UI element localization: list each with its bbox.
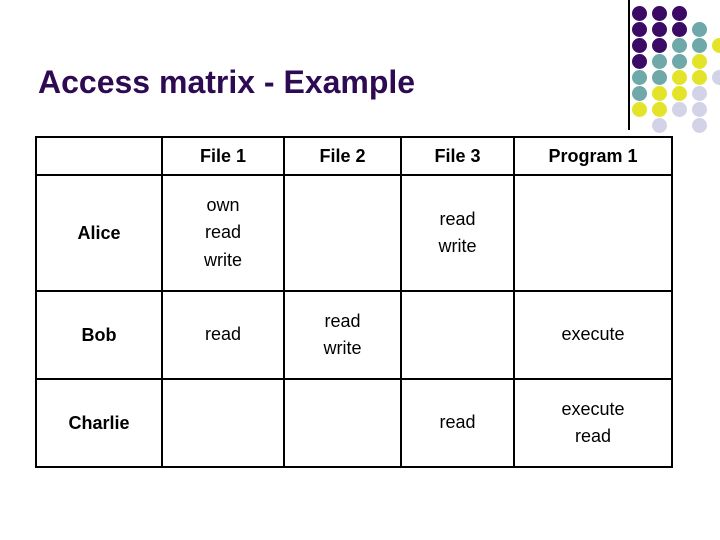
matrix-cell: read write	[400, 174, 515, 292]
matrix-cell: own read write	[161, 174, 285, 292]
permission-label: read	[439, 412, 476, 433]
permission-label: execute	[561, 398, 625, 419]
header-vertical-rule	[628, 0, 630, 130]
decorative-dot	[632, 102, 647, 117]
decorative-dot	[672, 102, 687, 117]
row-header-alice: Alice	[35, 174, 163, 292]
decorative-dot	[652, 86, 667, 101]
decorative-dot	[692, 54, 707, 69]
permission-label: execute	[561, 324, 625, 345]
access-matrix-table: File 1 File 2 File 3 Program 1 Alice own r…	[35, 136, 673, 468]
column-header-subject	[35, 136, 163, 176]
matrix-cell: execute	[513, 290, 673, 380]
decorative-dot	[632, 70, 647, 85]
decorative-dot	[652, 54, 667, 69]
table-row: Charlie read execute read	[35, 378, 673, 468]
permission-label: own	[206, 194, 240, 215]
decorative-dot	[652, 70, 667, 85]
table-row: Bob read read write execute	[35, 290, 673, 380]
permission-label: write	[323, 338, 362, 358]
decorative-dot	[712, 70, 720, 85]
matrix-cell: read	[400, 378, 515, 468]
permission-label: read	[204, 324, 242, 345]
row-header-charlie: Charlie	[35, 378, 163, 468]
page-title: Access matrix - Example	[38, 64, 416, 100]
decorative-dot	[632, 6, 647, 21]
decorative-dot	[632, 22, 647, 37]
dot-grid-motif	[632, 6, 720, 133]
decorative-dot	[632, 38, 647, 53]
matrix-cell: read	[161, 290, 285, 380]
column-header-file-2: File 2	[283, 136, 402, 176]
decorative-dot	[652, 22, 667, 37]
permission-label: read	[204, 222, 242, 243]
matrix-cell: read write	[283, 290, 402, 380]
column-header-file-1: File 1	[161, 136, 285, 176]
decorative-dot	[672, 22, 687, 37]
decorative-dot	[692, 118, 707, 133]
decorative-dot	[672, 70, 687, 85]
table-header-row: File 1 File 2 File 3 Program 1	[35, 136, 673, 176]
decorative-dot	[672, 54, 687, 69]
decorative-dot	[712, 38, 720, 53]
decorative-dot	[632, 54, 647, 69]
matrix-cell	[283, 174, 402, 292]
permission-label: write	[438, 236, 477, 256]
decorative-dot	[692, 86, 707, 101]
matrix-cell	[161, 378, 285, 468]
decorative-dot	[672, 6, 687, 21]
decorative-dot	[692, 22, 707, 37]
permission-label: write	[203, 249, 242, 270]
table-row: Alice own read write read write	[35, 174, 673, 292]
decorative-dot	[652, 6, 667, 21]
decorative-dot	[692, 38, 707, 53]
matrix-cell	[400, 290, 515, 380]
decorative-dot	[692, 102, 707, 117]
decorative-dot	[692, 70, 707, 85]
permission-label: read	[439, 208, 476, 229]
decorative-dot	[652, 38, 667, 53]
matrix-cell	[283, 378, 402, 468]
decorative-dot	[672, 86, 687, 101]
permission-label: read	[324, 310, 361, 331]
decorative-dot	[652, 102, 667, 117]
column-header-file-3: File 3	[400, 136, 515, 176]
row-header-bob: Bob	[35, 290, 163, 380]
decorative-dot	[672, 38, 687, 53]
decorative-dot	[652, 118, 667, 133]
matrix-cell	[513, 174, 673, 292]
permission-label: read	[574, 426, 612, 446]
matrix-cell: execute read	[513, 378, 673, 468]
decorative-dot	[632, 86, 647, 101]
column-header-program-1: Program 1	[513, 136, 673, 176]
